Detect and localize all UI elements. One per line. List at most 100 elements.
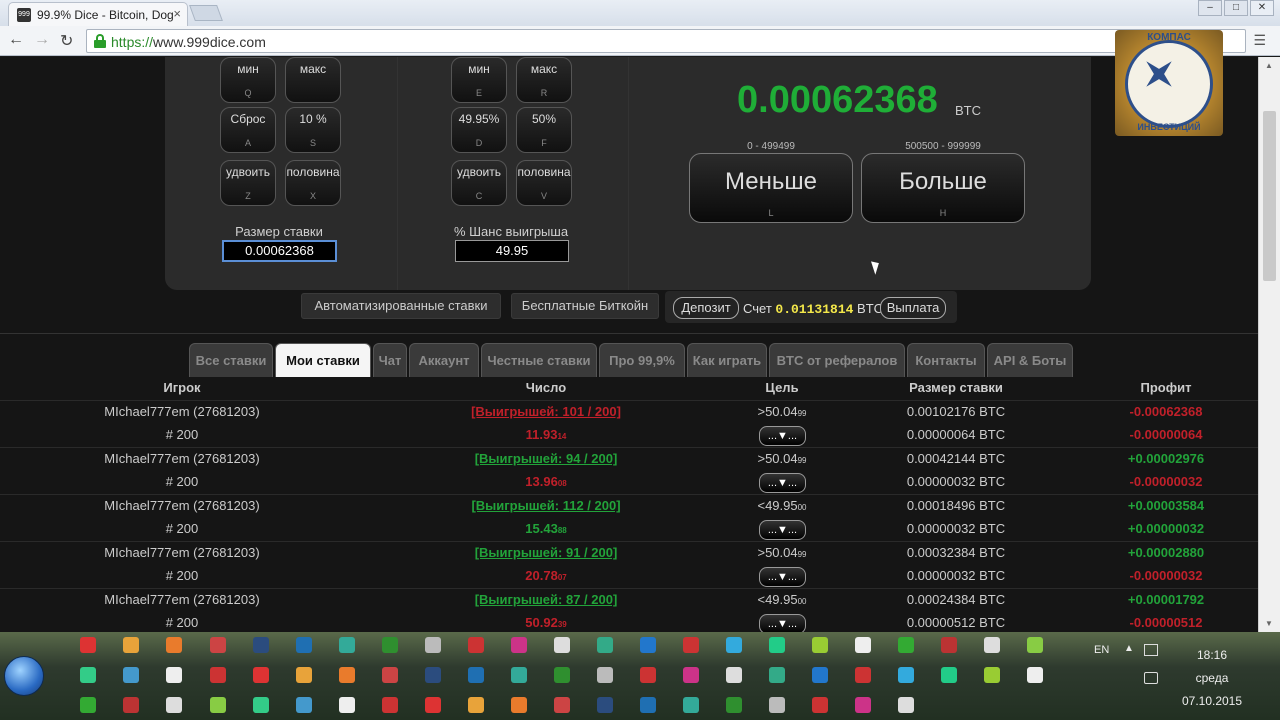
tab-my-bets[interactable]: Мои ставки [275, 343, 371, 377]
taskbar-app-icon[interactable] [123, 697, 139, 713]
clock-date[interactable]: 07.10.2015 [1177, 694, 1247, 708]
taskbar-app-icon[interactable] [210, 637, 226, 653]
details-dropdown[interactable]: ...▼... [759, 614, 806, 632]
taskbar-app-icon[interactable] [597, 697, 613, 713]
free-bitcoin-button[interactable]: Бесплатные Биткойн [511, 293, 659, 319]
tab-api-bots[interactable]: API & Боты [987, 343, 1073, 377]
chance-max-button[interactable]: макс R [516, 57, 572, 103]
taskbar-app-icon[interactable] [554, 697, 570, 713]
taskbar-app-icon[interactable] [296, 697, 312, 713]
bet-ten-percent-button[interactable]: 10 % S [285, 107, 341, 153]
chance-min-button[interactable]: мин E [451, 57, 507, 103]
taskbar-app-icon[interactable] [941, 637, 957, 653]
taskbar-app-icon[interactable] [382, 697, 398, 713]
taskbar-app-icon[interactable] [511, 697, 527, 713]
browser-tab[interactable]: 999 99.9% Dice - Bitcoin, Dog × [8, 2, 188, 26]
tab-referrals[interactable]: BTC от рефералов [769, 343, 905, 377]
taskbar-app-icon[interactable] [855, 697, 871, 713]
wins-link[interactable]: [Выигрышей: 112 / 200] [390, 498, 702, 513]
chance-input[interactable]: 49.95 [455, 240, 569, 262]
taskbar-app-icon[interactable] [640, 637, 656, 653]
tab-contacts[interactable]: Контакты [907, 343, 985, 377]
chance-double-button[interactable]: удвоить C [451, 160, 507, 206]
network-icon[interactable] [1144, 644, 1158, 656]
language-indicator[interactable]: EN [1094, 644, 1109, 656]
taskbar-app-icon[interactable] [597, 637, 613, 653]
chance-half-button[interactable]: половина V [516, 160, 572, 206]
taskbar-app-icon[interactable] [253, 667, 269, 683]
player-name[interactable]: MIchael777em (27681203) [40, 592, 324, 607]
taskbar-app-icon[interactable] [468, 637, 484, 653]
taskbar-app-icon[interactable] [898, 637, 914, 653]
taskbar-app-icon[interactable] [726, 697, 742, 713]
chance-50-button[interactable]: 50% F [516, 107, 572, 153]
wins-link[interactable]: [Выигрышей: 101 / 200] [390, 404, 702, 419]
taskbar-app-icon[interactable] [554, 667, 570, 683]
taskbar-app-icon[interactable] [898, 697, 914, 713]
new-tab-button[interactable] [189, 5, 223, 21]
taskbar-app-icon[interactable] [425, 667, 441, 683]
tab-about[interactable]: Про 99,9% [599, 343, 685, 377]
taskbar-app-icon[interactable] [1027, 667, 1043, 683]
clock-time[interactable]: 18:16 [1184, 648, 1240, 662]
taskbar-app-icon[interactable] [166, 667, 182, 683]
bet-min-button[interactable]: мин Q [220, 57, 276, 103]
scroll-up-icon[interactable]: ▲ [1265, 61, 1273, 70]
scroll-down-icon[interactable]: ▼ [1265, 619, 1273, 628]
taskbar-app-icon[interactable] [769, 697, 785, 713]
taskbar-app-icon[interactable] [382, 667, 398, 683]
taskbar-app-icon[interactable] [210, 667, 226, 683]
tab-all-bets[interactable]: Все ставки [189, 343, 273, 377]
bet-double-button[interactable]: удвоить Z [220, 160, 276, 206]
details-dropdown[interactable]: ...▼... [759, 520, 806, 540]
bet-reset-button[interactable]: Сброс A [220, 107, 276, 153]
taskbar-app-icon[interactable] [339, 637, 355, 653]
taskbar-app-icon[interactable] [511, 637, 527, 653]
taskbar-app-icon[interactable] [554, 637, 570, 653]
tab-fair-bets[interactable]: Честные ставки [481, 343, 597, 377]
taskbar-app-icon[interactable] [683, 637, 699, 653]
player-name[interactable]: MIchael777em (27681203) [40, 451, 324, 466]
taskbar-app-icon[interactable] [339, 667, 355, 683]
taskbar-app-icon[interactable] [166, 637, 182, 653]
taskbar-app-icon[interactable] [382, 637, 398, 653]
tab-close-icon[interactable]: × [173, 6, 181, 21]
address-bar[interactable]: https://www.999dice.com [86, 29, 1246, 53]
tab-account[interactable]: Аккаунт [409, 343, 479, 377]
taskbar-app-icon[interactable] [769, 637, 785, 653]
browser-menu-icon[interactable]: ☰ [1253, 32, 1266, 49]
taskbar-app-icon[interactable] [468, 697, 484, 713]
details-dropdown[interactable]: ...▼... [759, 473, 806, 493]
chance-4995-button[interactable]: 49.95% D [451, 107, 507, 153]
taskbar-app-icon[interactable] [683, 697, 699, 713]
taskbar-app-icon[interactable] [296, 637, 312, 653]
player-name[interactable]: MIchael777em (27681203) [40, 498, 324, 513]
taskbar-app-icon[interactable] [210, 697, 226, 713]
minimize-button[interactable]: – [1198, 0, 1222, 16]
taskbar-app-icon[interactable] [296, 667, 312, 683]
taskbar-app-icon[interactable] [984, 667, 1000, 683]
taskbar-app-icon[interactable] [726, 637, 742, 653]
wins-link[interactable]: [Выигрышей: 91 / 200] [390, 545, 702, 560]
clock-day[interactable]: среда [1184, 671, 1240, 685]
deposit-button[interactable]: Депозит [673, 297, 739, 319]
taskbar-app-icon[interactable] [468, 667, 484, 683]
wins-link[interactable]: [Выигрышей: 87 / 200] [390, 592, 702, 607]
taskbar-app-icon[interactable] [640, 667, 656, 683]
taskbar-app-icon[interactable] [984, 637, 1000, 653]
taskbar-app-icon[interactable] [683, 667, 699, 683]
taskbar-app-icon[interactable] [123, 667, 139, 683]
bet-low-button[interactable]: Меньше L [689, 153, 853, 223]
auto-bets-button[interactable]: Автоматизированные ставки [301, 293, 501, 319]
bet-half-button[interactable]: половина X [285, 160, 341, 206]
taskbar-app-icon[interactable] [597, 667, 613, 683]
bet-size-input[interactable]: 0.00062368 [222, 240, 337, 262]
taskbar-app-icon[interactable] [726, 667, 742, 683]
scroll-thumb[interactable] [1263, 111, 1276, 281]
forward-icon[interactable]: → [34, 31, 50, 49]
taskbar-app-icon[interactable] [941, 667, 957, 683]
withdraw-button[interactable]: Выплата [880, 297, 946, 319]
taskbar-app-icon[interactable] [898, 667, 914, 683]
details-dropdown[interactable]: ...▼... [759, 426, 806, 446]
taskbar-app-icon[interactable] [855, 637, 871, 653]
